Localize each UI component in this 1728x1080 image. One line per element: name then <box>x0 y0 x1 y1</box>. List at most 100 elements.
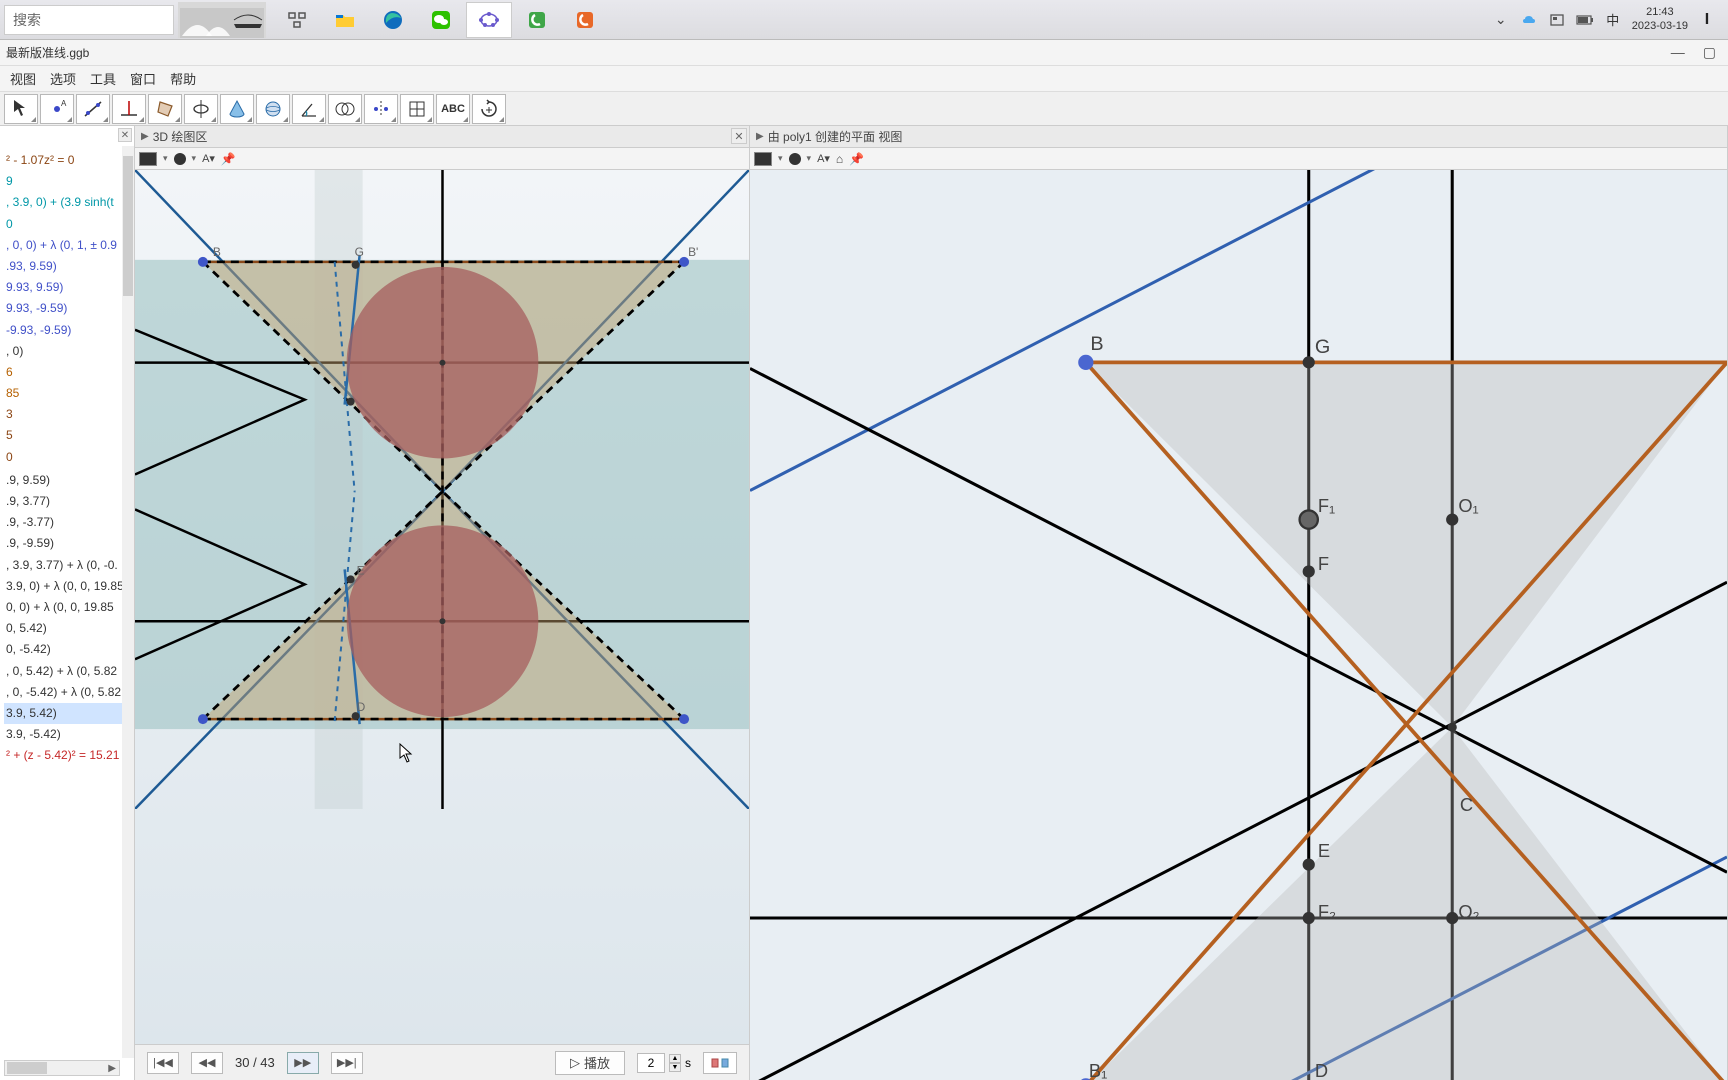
tool-net[interactable] <box>400 94 434 124</box>
tool-perpendicular[interactable] <box>112 94 146 124</box>
notify-icon[interactable] <box>1548 11 1566 29</box>
color-swatch[interactable] <box>139 152 157 166</box>
collapse-icon[interactable]: ▶ <box>756 131 764 142</box>
algebra-item[interactable]: .9, -3.77) <box>4 512 130 533</box>
algebra-item[interactable]: , 0, 0) + λ (0, 1, ± 0.9 <box>4 235 130 256</box>
algebra-item[interactable]: 0 <box>4 214 130 235</box>
tool-cone[interactable] <box>220 94 254 124</box>
step-forward-button[interactable]: ▶▶ <box>287 1052 319 1074</box>
algebra-item[interactable]: -9.93, -9.59) <box>4 320 130 341</box>
notifications-icon[interactable]: I <box>1698 11 1716 29</box>
menu-options[interactable]: 选项 <box>44 67 82 90</box>
speed-up-button[interactable]: ▲ <box>669 1054 681 1063</box>
tool-rotate-view[interactable] <box>472 94 506 124</box>
algebra-item[interactable]: , 0) <box>4 341 130 362</box>
speed-input[interactable] <box>637 1053 665 1073</box>
algebra-item[interactable]: .9, -9.59) <box>4 533 130 554</box>
close-icon[interactable]: ✕ <box>731 128 747 144</box>
svg-text:G: G <box>1315 336 1330 358</box>
cloud-icon[interactable] <box>1520 11 1538 29</box>
tool-text[interactable]: ABC <box>436 94 470 124</box>
window-titlebar: 最新版准线.ggb — ▢ <box>0 40 1728 66</box>
algebra-item[interactable]: 0 <box>4 447 130 468</box>
algebra-item[interactable]: 0, -5.42) <box>4 639 130 660</box>
geogebra-icon[interactable] <box>466 2 512 38</box>
clock[interactable]: 21:43 2023-03-19 <box>1632 6 1688 32</box>
scrollbar-vertical[interactable] <box>122 146 134 1058</box>
step-back-button[interactable]: ◀◀ <box>191 1052 223 1074</box>
menu-view[interactable]: 视图 <box>4 67 42 90</box>
svg-text:B₁: B₁ <box>1089 1060 1107 1080</box>
menu-window[interactable]: 窗口 <box>124 67 162 90</box>
speed-unit: s <box>685 1056 691 1070</box>
canvas-2d[interactable]: B G F₁ O₁ F C E F₂ O₂ B₁ D <box>750 170 1727 1080</box>
tool-line[interactable] <box>76 94 110 124</box>
edge-icon[interactable] <box>370 2 416 38</box>
chevron-down-icon[interactable]: ⌄ <box>1492 11 1510 29</box>
algebra-item[interactable]: , 3.9, 0) + (3.9 sinh(t <box>4 192 130 213</box>
speed-down-button[interactable]: ▼ <box>669 1063 681 1072</box>
scrollbar-horizontal[interactable]: ▶ <box>4 1060 120 1076</box>
explorer-icon[interactable] <box>322 2 368 38</box>
svg-text:G: G <box>355 245 364 259</box>
step-last-button[interactable]: ▶▶| <box>331 1052 363 1074</box>
pin-icon[interactable]: 📌 <box>221 152 236 166</box>
home-icon[interactable]: ⌂ <box>836 152 843 166</box>
battery-icon[interactable] <box>1576 11 1594 29</box>
algebra-item[interactable]: 9.93, 9.59) <box>4 277 130 298</box>
minimize-button[interactable]: — <box>1671 44 1685 61</box>
algebra-item[interactable]: , 0, 5.42) + λ (0, 5.82 <box>4 661 130 682</box>
search-input[interactable]: 搜索 <box>4 5 174 35</box>
algebra-item[interactable]: 0, 0) + λ (0, 0, 19.85 <box>4 597 130 618</box>
label-style[interactable]: A▾ <box>202 152 215 165</box>
panel-2d-title: 由 poly1 创建的平面 视图 <box>768 128 903 145</box>
pin-icon[interactable]: 📌 <box>849 152 864 166</box>
tool-sphere[interactable] <box>256 94 290 124</box>
algebra-item[interactable]: 9 <box>4 171 130 192</box>
algebra-item[interactable]: ² + (z - 5.42)² = 15.21 <box>4 745 130 766</box>
wechat-icon[interactable] <box>418 2 464 38</box>
algebra-item[interactable]: 85 <box>4 383 130 404</box>
play-icon: ▷ <box>570 1055 580 1071</box>
play-button[interactable]: ▷ 播放 <box>555 1051 625 1075</box>
algebra-item[interactable]: .93, 9.59) <box>4 256 130 277</box>
filename-label: 最新版准线.ggb <box>6 44 89 61</box>
tool-reflect[interactable] <box>364 94 398 124</box>
point-style[interactable] <box>174 153 186 165</box>
algebra-item[interactable]: 9.93, -9.59) <box>4 298 130 319</box>
algebra-item[interactable]: 3 <box>4 404 130 425</box>
taskview-icon[interactable] <box>274 2 320 38</box>
menu-tools[interactable]: 工具 <box>84 67 122 90</box>
label-style[interactable]: A▾ <box>817 152 830 165</box>
algebra-item[interactable]: 3.9, 5.42) <box>4 703 130 724</box>
tool-intersect-surfaces[interactable] <box>328 94 362 124</box>
algebra-item[interactable]: 3.9, 0) + λ (0, 0, 19.85 <box>4 576 130 597</box>
algebra-item[interactable]: , 0, -5.42) + λ (0, 5.82 <box>4 682 130 703</box>
menu-help[interactable]: 帮助 <box>164 67 202 90</box>
panel-2d-styletoolbar: ▾ ▾ A▾ ⌂ 📌 <box>750 148 1727 170</box>
point-style[interactable] <box>789 153 801 165</box>
canvas-3d[interactable]: B G B' E D <box>135 170 749 1044</box>
algebra-item[interactable]: 0, 5.42) <box>4 618 130 639</box>
repeat-mode-button[interactable] <box>703 1052 737 1074</box>
tool-point[interactable]: A <box>40 94 74 124</box>
ime-indicator[interactable]: 中 <box>1604 11 1622 29</box>
algebra-item[interactable]: 6 <box>4 362 130 383</box>
color-swatch[interactable] <box>754 152 772 166</box>
tool-angle[interactable] <box>292 94 326 124</box>
algebra-item[interactable]: .9, 3.77) <box>4 491 130 512</box>
algebra-item[interactable]: .9, 9.59) <box>4 470 130 491</box>
algebra-item[interactable]: ² - 1.07z² = 0 <box>4 150 130 171</box>
algebra-item[interactable]: , 3.9, 3.77) + λ (0, -0. <box>4 555 130 576</box>
close-icon[interactable]: ✕ <box>118 128 132 142</box>
collapse-icon[interactable]: ▶ <box>141 131 149 142</box>
tool-polygon[interactable] <box>148 94 182 124</box>
algebra-item[interactable]: 5 <box>4 425 130 446</box>
maximize-button[interactable]: ▢ <box>1703 44 1716 61</box>
algebra-item[interactable]: 3.9, -5.42) <box>4 724 130 745</box>
camtasia-rec-icon[interactable] <box>562 2 608 38</box>
step-first-button[interactable]: |◀◀ <box>147 1052 179 1074</box>
tool-move[interactable] <box>4 94 38 124</box>
tool-circle-axis[interactable] <box>184 94 218 124</box>
camtasia-icon[interactable] <box>514 2 560 38</box>
